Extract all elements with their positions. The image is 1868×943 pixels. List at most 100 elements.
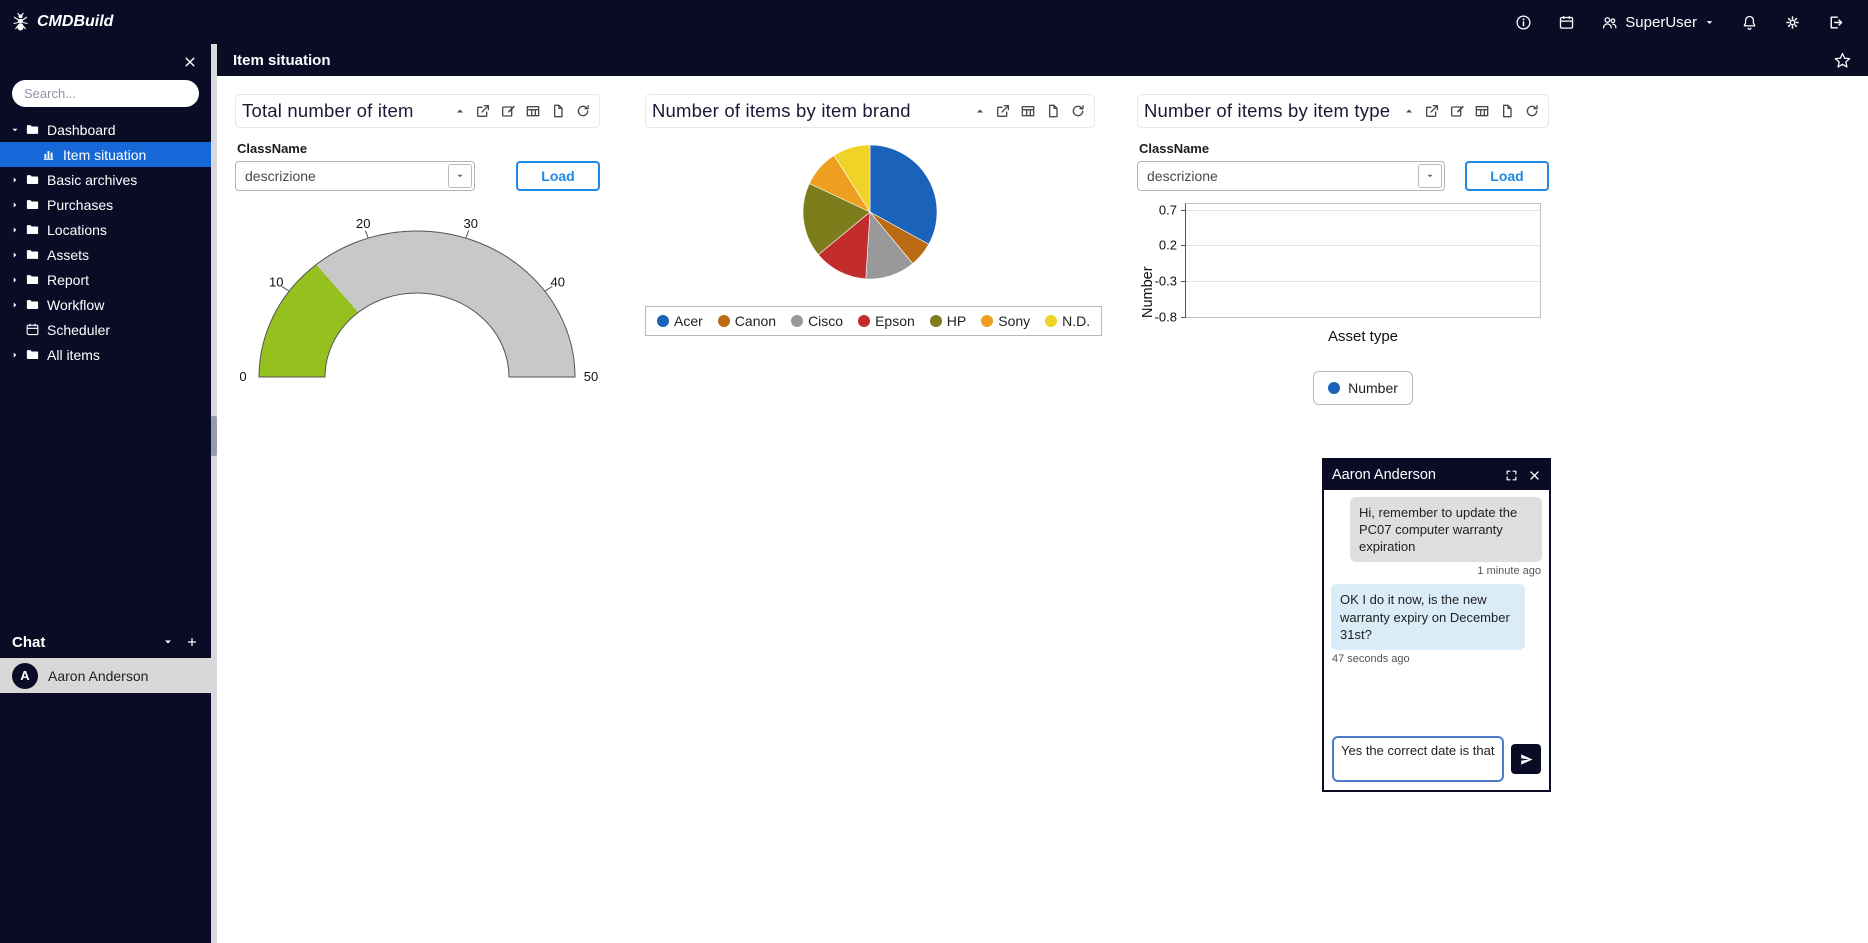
table-icon[interactable] (1474, 103, 1490, 119)
caret-right-icon[interactable] (10, 225, 20, 235)
info-icon[interactable] (1515, 14, 1532, 31)
table-icon[interactable] (525, 103, 541, 119)
sidebar-item-locations[interactable]: Locations (0, 217, 211, 242)
caret-right-icon[interactable] (10, 275, 20, 285)
collapse-icon[interactable] (454, 105, 466, 117)
panel-title: Number of items by item type (1144, 100, 1390, 122)
sidebar-item-purchases[interactable]: Purchases (0, 192, 211, 217)
export-icon[interactable] (550, 103, 566, 119)
legend-item-sony[interactable]: Sony (981, 313, 1030, 329)
sidebar: Dashboard Item situation Basic archives Pur… (0, 44, 211, 943)
sidebar-item-label: Item situation (63, 147, 146, 163)
star-icon[interactable] (1833, 51, 1852, 70)
sidebar-item-label: Locations (47, 222, 107, 238)
calendar-icon (25, 322, 40, 337)
caret-right-icon[interactable] (10, 200, 20, 210)
dashboard-content: Total number of item ClassName descrizio… (217, 76, 1868, 943)
chat-add-icon[interactable] (186, 636, 198, 648)
caret-right-icon[interactable] (10, 250, 20, 260)
chevron-down-icon (1425, 171, 1435, 181)
chat-message-incoming: Hi, remember to update the PC07 computer… (1350, 497, 1542, 584)
legend-label: Cisco (808, 313, 843, 329)
caret-right-icon[interactable] (10, 300, 20, 310)
user-menu[interactable]: SuperUser (1601, 14, 1715, 31)
chat-message-input[interactable] (1332, 736, 1504, 782)
sidebar-item-label: Purchases (47, 197, 113, 213)
open-new-icon[interactable] (995, 103, 1011, 119)
legend-label: N.D. (1062, 313, 1090, 329)
chat-section: Chat A Aaron Anderson (0, 626, 211, 693)
refresh-icon[interactable] (1070, 103, 1086, 119)
open-new-icon[interactable] (1424, 103, 1440, 119)
page-header: Item situation (217, 44, 1868, 76)
sidebar-item-scheduler[interactable]: Scheduler (0, 317, 211, 342)
sidebar-item-item-situation[interactable]: Item situation (0, 142, 211, 167)
panel-header: Number of items by item brand (645, 94, 1095, 128)
chat-section-header: Chat (0, 626, 211, 658)
sidebar-item-dashboard[interactable]: Dashboard (0, 117, 211, 142)
load-button[interactable]: Load (516, 161, 600, 191)
search-input[interactable] (12, 80, 199, 107)
sidebar-item-workflow[interactable]: Workflow (0, 292, 211, 317)
classname-select[interactable]: descrizione (235, 161, 475, 191)
gear-icon[interactable] (1784, 14, 1801, 31)
topbar-actions: SuperUser (1515, 14, 1868, 31)
export-icon[interactable] (1045, 103, 1061, 119)
folder-icon (25, 272, 40, 287)
chat-collapse-icon[interactable] (162, 636, 174, 648)
chevron-down-icon (1704, 17, 1715, 28)
load-button[interactable]: Load (1465, 161, 1549, 191)
expand-icon[interactable] (1505, 469, 1518, 482)
gauge-tick-label: 20 (356, 216, 370, 231)
chat-window-header: Aaron Anderson (1324, 460, 1549, 490)
legend-item-hp[interactable]: HP (930, 313, 966, 329)
open-new-icon[interactable] (475, 103, 491, 119)
legend-dot (930, 315, 942, 327)
collapse-icon[interactable] (1403, 105, 1415, 117)
legend-item-n-d[interactable]: N.D. (1045, 313, 1090, 329)
panel-header: Total number of item (235, 94, 600, 128)
legend-item-epson[interactable]: Epson (858, 313, 915, 329)
select-caret-button[interactable] (1418, 164, 1442, 188)
caret-down-icon[interactable] (10, 125, 20, 135)
calendar-icon[interactable] (1558, 14, 1575, 31)
sidebar-close-icon[interactable] (183, 55, 197, 69)
bar-legend[interactable]: Number (1313, 371, 1413, 405)
table-icon[interactable] (1020, 103, 1036, 119)
gauge-tick-label: 30 (464, 216, 478, 231)
legend-dot (1328, 382, 1340, 394)
collapse-icon[interactable] (974, 105, 986, 117)
logout-icon[interactable] (1827, 14, 1844, 31)
legend-label: Sony (998, 313, 1030, 329)
legend-item-acer[interactable]: Acer (657, 313, 703, 329)
legend-item-cisco[interactable]: Cisco (791, 313, 843, 329)
edit-icon[interactable] (1449, 103, 1465, 119)
send-button[interactable] (1511, 744, 1541, 774)
sidebar-item-basic-archives[interactable]: Basic archives (0, 167, 211, 192)
caret-right-icon[interactable] (10, 175, 20, 185)
page-title: Item situation (233, 52, 331, 69)
user-label: SuperUser (1625, 14, 1697, 31)
bar-chart-plot: 0.70.2-0.3-0.8 (1185, 203, 1541, 318)
legend-item-canon[interactable]: Canon (718, 313, 776, 329)
users-icon (1601, 14, 1618, 31)
caret-right-icon[interactable] (10, 350, 20, 360)
close-icon[interactable] (1528, 469, 1541, 482)
folder-icon (25, 222, 40, 237)
main-area: Item situation Total number of item Clas… (217, 44, 1868, 943)
sidebar-item-label: All items (47, 347, 100, 363)
y-tick-label: -0.8 (1155, 310, 1177, 325)
refresh-icon[interactable] (1524, 103, 1540, 119)
cmdbuild-logo[interactable]: CMDBuild (10, 12, 113, 33)
classname-select[interactable]: descrizione (1137, 161, 1445, 191)
select-caret-button[interactable] (448, 164, 472, 188)
chat-contact-row[interactable]: A Aaron Anderson (0, 658, 211, 693)
sidebar-item-label: Dashboard (47, 122, 116, 138)
bell-icon[interactable] (1741, 14, 1758, 31)
edit-icon[interactable] (500, 103, 516, 119)
sidebar-item-report[interactable]: Report (0, 267, 211, 292)
sidebar-item-all-items[interactable]: All items (0, 342, 211, 367)
export-icon[interactable] (1499, 103, 1515, 119)
sidebar-item-assets[interactable]: Assets (0, 242, 211, 267)
refresh-icon[interactable] (575, 103, 591, 119)
